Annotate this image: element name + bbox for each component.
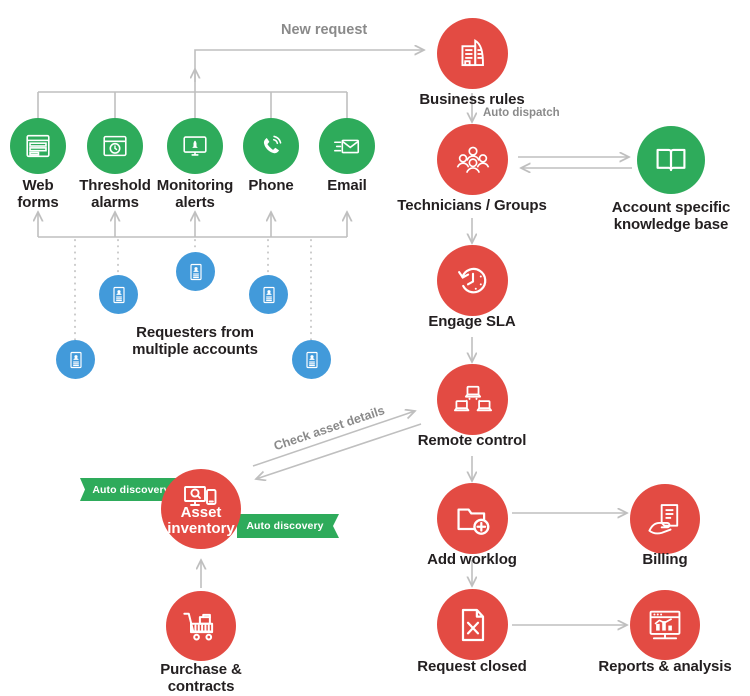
requester-card-icon[interactable] <box>249 275 288 314</box>
document-x-icon <box>437 589 508 660</box>
people-group-icon <box>437 124 508 195</box>
open-book-icon <box>637 126 705 194</box>
threshold-alarm-icon <box>87 118 143 174</box>
ribbon-label: Auto discovery <box>246 520 324 532</box>
folder-plus-icon <box>437 483 508 554</box>
requesters-label: Requesters from multiple accounts <box>132 324 258 358</box>
remote-laptops-icon <box>437 364 508 435</box>
edge-label-new-request: New request <box>281 22 368 38</box>
node-label: Billing <box>642 551 688 568</box>
requester-card-icon[interactable] <box>292 340 331 379</box>
node-label: Account specific knowledge base <box>611 199 731 233</box>
channel-label: Email <box>327 177 367 194</box>
shopping-cart-icon <box>166 591 236 661</box>
requester-card-icon[interactable] <box>56 340 95 379</box>
chart-report-icon <box>630 590 700 660</box>
ribbon-label: Auto discovery <box>92 483 170 496</box>
requester-card-icon[interactable] <box>99 275 138 314</box>
clock-arrow-icon <box>437 245 508 316</box>
node-label: Engage SLA <box>428 313 516 330</box>
node-label: Add worklog <box>427 551 517 568</box>
edge-label-check-asset-details: Check asset details <box>272 403 387 454</box>
connector-lines <box>0 0 632 687</box>
phone-icon <box>243 118 299 174</box>
workflow-diagram: Web forms Threshold alarms Monitoring al… <box>0 0 750 695</box>
node-label: Purchase & contracts <box>160 661 242 695</box>
node-label: Remote control <box>417 432 527 449</box>
web-form-icon <box>10 118 66 174</box>
requester-card-icon[interactable] <box>176 252 215 291</box>
node-label: Technicians / Groups <box>397 197 547 214</box>
hand-invoice-icon <box>630 484 700 554</box>
email-icon <box>319 118 375 174</box>
office-building-icon <box>437 18 508 89</box>
node-label: Reports & analysis <box>598 658 732 675</box>
auto-discovery-ribbon-right: Auto discovery <box>237 514 339 538</box>
asset-inventory-label: Asset inventory <box>167 504 235 538</box>
node-label: Request closed <box>417 658 527 675</box>
monitoring-alert-icon <box>167 118 223 174</box>
edge-label-auto-dispatch: Auto dispatch <box>483 107 560 119</box>
